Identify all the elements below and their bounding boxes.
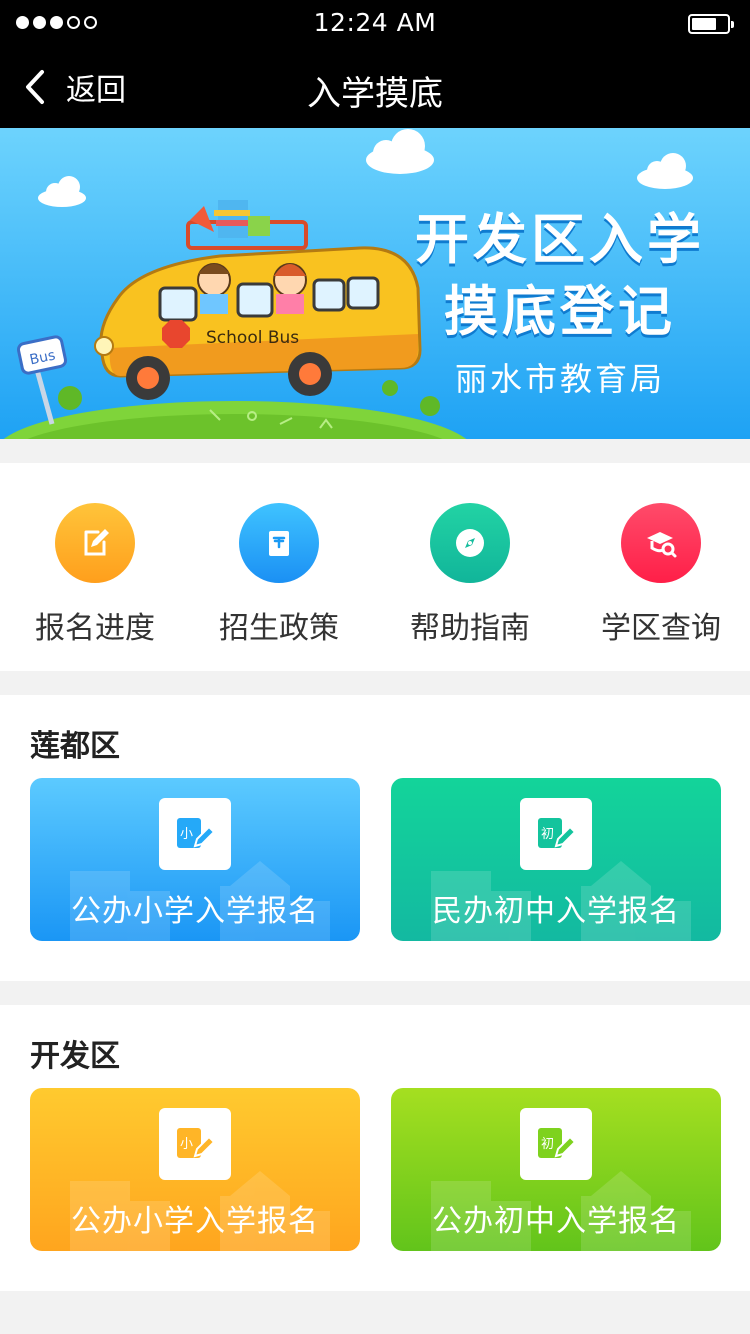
banner[interactable]: Bus School Bus 开发区入学 摸底登记 丽水市教育局 [0, 128, 750, 439]
card-public-primary-registration[interactable]: 小 公办小学入学报名 [30, 1088, 360, 1251]
status-time: 12:24 AM [313, 8, 437, 37]
graduation-search-icon [647, 532, 677, 558]
quick-item-district-search[interactable]: 学区查询 [566, 503, 750, 647]
quick-item-label: 帮助指南 [410, 611, 530, 646]
card-public-primary-registration[interactable]: 小 公办小学入学报名 [30, 778, 360, 941]
battery-icon [688, 14, 734, 34]
battery-level [692, 18, 716, 30]
status-bar: 12:24 AM [0, 0, 750, 46]
section-kaifa: 开发区 小 公办小学入学报名 初 公办初中入学报名 [0, 1005, 750, 1291]
quick-item-district-search-circle [621, 503, 701, 583]
card-public-junior-registration[interactable]: 初 公办初中入学报名 [391, 1088, 721, 1251]
quick-item-guide[interactable]: 帮助指南 [375, 503, 565, 647]
card-label: 公办小学入学报名 [71, 894, 319, 929]
banner-headline-1: 开发区入学 [415, 208, 705, 271]
top-bar: 12:24 AM 返回 入学摸底 [0, 0, 750, 128]
banner-text: 开发区入学 摸底登记 丽水市教育局 [410, 204, 710, 400]
quick-menu: 报名进度 招生政策 帮助指南 学区查询 [0, 463, 750, 671]
junior-badge-icon: 初 [520, 1108, 592, 1180]
quick-item-label: 学区查询 [601, 611, 721, 646]
page-title: 入学摸底 [307, 74, 443, 114]
card-private-junior-registration[interactable]: 初 民办初中入学报名 [391, 778, 721, 941]
quick-item-label: 招生政策 [219, 611, 339, 646]
section-liandu: 莲都区 小 公办小学入学报名 初 民办初中入学报名 [0, 695, 750, 981]
edit-icon [84, 529, 109, 556]
section-title: 开发区 [30, 1039, 120, 1074]
nav-bar: 返回 入学摸底 [0, 46, 750, 128]
quick-item-progress-circle [55, 503, 135, 583]
quick-item-label: 报名进度 [35, 611, 155, 646]
compass-icon [456, 529, 484, 557]
quick-item-policy[interactable]: 招生政策 [184, 503, 374, 647]
card-label: 公办初中入学报名 [432, 1204, 680, 1239]
card-label: 公办小学入学报名 [71, 1204, 319, 1239]
badge-text: 小 [180, 1137, 193, 1152]
primary-badge-icon: 小 [159, 798, 231, 870]
quick-item-policy-circle [239, 503, 319, 583]
bus-text: School Bus [206, 328, 299, 348]
badge-text: 初 [541, 1137, 554, 1152]
primary-badge-icon: 小 [159, 1108, 231, 1180]
banner-subtitle: 丽水市教育局 [454, 360, 665, 398]
quick-item-progress[interactable]: 报名进度 [0, 503, 190, 647]
junior-badge-icon: 初 [520, 798, 592, 870]
section-title: 莲都区 [30, 729, 120, 764]
quick-item-guide-circle [430, 503, 510, 583]
badge-text: 小 [180, 827, 193, 842]
policy-book-icon [269, 531, 289, 556]
banner-headline-2: 摸底登记 [444, 280, 676, 343]
card-label: 民办初中入学报名 [432, 894, 680, 929]
badge-text: 初 [541, 827, 554, 842]
